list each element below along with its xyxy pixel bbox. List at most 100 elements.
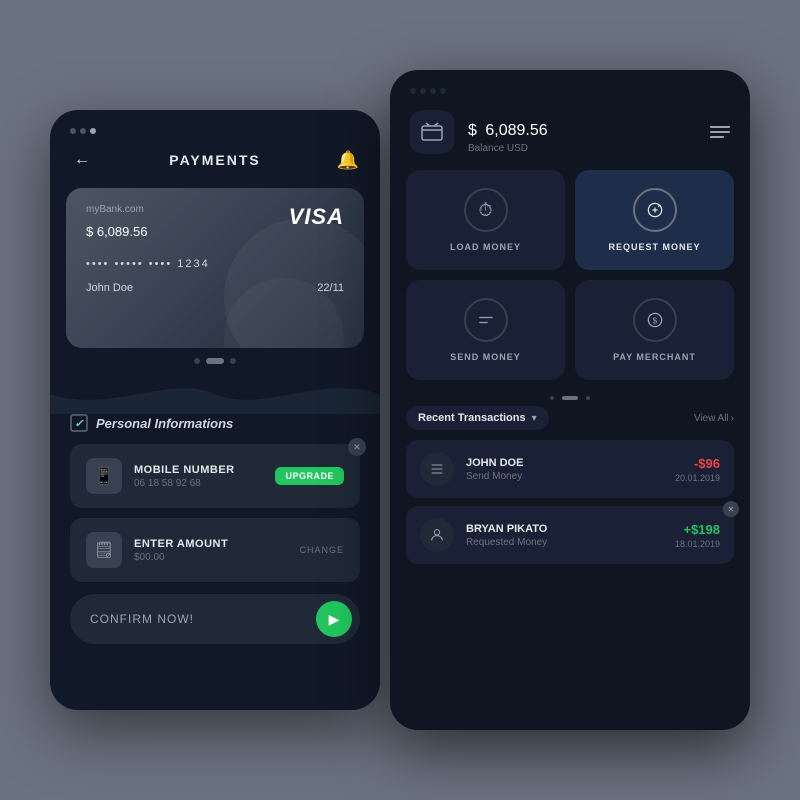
amount-card-sub: $00.00 — [134, 552, 287, 563]
wave-divider — [50, 374, 380, 414]
upgrade-button[interactable]: UPGRADE — [275, 467, 344, 485]
balance-amount: $ 6,089.56 — [468, 111, 552, 142]
card-indicator-1[interactable] — [194, 358, 200, 364]
card-holder-name: John Doe — [86, 282, 133, 294]
dot-1 — [70, 128, 76, 134]
mobile-card-sub: 06 18 58 92 68 — [134, 478, 263, 489]
john-name: JOHN DOE — [466, 457, 663, 469]
bryan-date: 18.01.2019 — [675, 539, 720, 549]
rdot-1 — [410, 88, 416, 94]
bryan-type: Requested Money — [466, 537, 663, 548]
john-info: JOHN DOE Send Money — [466, 457, 663, 482]
card-indicators — [50, 358, 380, 364]
checkbox-icon: ✓ — [70, 414, 88, 432]
payments-nav: ← PAYMENTS 🔔 — [50, 144, 380, 184]
send-money-icon — [464, 298, 508, 342]
svg-text:$: $ — [652, 315, 657, 325]
john-amount-block: -$96 20.01.2019 — [675, 456, 720, 483]
confirm-button-label: CONFIRM NOW! — [90, 612, 194, 626]
rdot-3 — [430, 88, 436, 94]
scene: ← PAYMENTS 🔔 myBank.com $ 6,089.56 •••• … — [50, 70, 750, 730]
bryan-avatar — [420, 518, 454, 552]
transactions-header: Recent Transactions ▾ View All › — [406, 406, 734, 430]
personal-section: ✓ Personal Informations 📱 MOBILE NUMBER … — [50, 414, 380, 582]
bryan-info: BRYAN PIKATO Requested Money — [466, 523, 663, 548]
card-expiry: 22/11 — [317, 282, 344, 294]
john-date: 20.01.2019 — [675, 473, 720, 483]
rdot-2 — [420, 88, 426, 94]
mobile-card-title: MOBILE NUMBER — [134, 464, 263, 476]
amount-icon: 🗒 — [86, 532, 122, 568]
view-all-link[interactable]: View All › — [694, 413, 734, 424]
section-title: ✓ Personal Informations — [70, 414, 360, 432]
load-money-label: LOAD MONEY — [450, 242, 521, 252]
confirm-arrow-icon: ▶ — [316, 601, 352, 637]
transactions-title: Recent Transactions — [418, 412, 526, 424]
card-number: •••• ••••• •••• 1234 — [86, 258, 344, 270]
john-avatar — [420, 452, 454, 486]
page-title: PAYMENTS — [169, 152, 260, 168]
pay-merchant-label: PAY MERCHANT — [613, 352, 696, 362]
left-top-bar — [50, 110, 380, 144]
send-money-button[interactable]: SEND MONEY — [406, 280, 565, 380]
wallet-icon — [410, 110, 454, 154]
close-mobile-card[interactable]: ✕ — [348, 438, 366, 456]
visa-logo: VISA — [289, 204, 344, 230]
dot-2 — [80, 128, 86, 134]
action-grid: ⏱ LOAD MONEY REQUEST MONEY — [390, 170, 750, 380]
div-dot-3 — [586, 396, 590, 400]
menu-bar-3 — [710, 136, 724, 138]
phone-right: $ 6,089.56 Balance USD ⏱ LOAD MONEY — [390, 70, 750, 730]
john-type: Send Money — [466, 471, 663, 482]
transactions-section: Recent Transactions ▾ View All › — [390, 406, 750, 564]
request-money-button[interactable]: REQUEST MONEY — [575, 170, 734, 270]
status-dots — [70, 128, 96, 134]
div-dot-1 — [550, 396, 554, 400]
transactions-dropdown[interactable]: Recent Transactions ▾ — [406, 406, 549, 430]
section-divider — [390, 390, 750, 406]
pay-merchant-button[interactable]: $ PAY MERCHANT — [575, 280, 734, 380]
card-indicator-3[interactable] — [230, 358, 236, 364]
send-money-label: SEND MONEY — [450, 352, 521, 362]
div-dot-active — [562, 396, 578, 400]
phone-left: ← PAYMENTS 🔔 myBank.com $ 6,089.56 •••• … — [50, 110, 380, 710]
pay-merchant-icon: $ — [633, 298, 677, 342]
dropdown-arrow-icon: ▾ — [532, 413, 537, 424]
back-button[interactable]: ← — [70, 148, 94, 172]
request-money-icon — [633, 188, 677, 232]
menu-bar-2 — [710, 131, 730, 133]
bryan-amount-block: +$198 18.01.2019 — [675, 522, 720, 549]
mobile-card-content: MOBILE NUMBER 06 18 58 92 68 — [134, 464, 263, 489]
request-money-label: REQUEST MONEY — [608, 242, 700, 252]
menu-bar-1 — [710, 126, 730, 128]
section-title-text: Personal Informations — [96, 416, 233, 431]
amount-card-content: ENTER AMOUNT $00.00 — [134, 538, 287, 563]
mobile-number-card[interactable]: 📱 MOBILE NUMBER 06 18 58 92 68 UPGRADE ✕ — [70, 444, 360, 508]
close-bryan-card[interactable]: ✕ — [723, 501, 739, 517]
notification-icon[interactable]: 🔔 — [336, 148, 360, 172]
balance-info: $ 6,089.56 Balance USD — [468, 111, 552, 154]
balance-label: Balance USD — [468, 143, 552, 154]
card-indicator-2[interactable] — [206, 358, 224, 364]
john-amount: -$96 — [675, 456, 720, 471]
right-top-bar — [390, 70, 750, 104]
card-container: myBank.com $ 6,089.56 •••• ••••• •••• 12… — [50, 188, 380, 348]
visa-card[interactable]: myBank.com $ 6,089.56 •••• ••••• •••• 12… — [66, 188, 364, 348]
mobile-icon: 📱 — [86, 458, 122, 494]
bryan-name: BRYAN PIKATO — [466, 523, 663, 535]
amount-card[interactable]: 🗒 ENTER AMOUNT $00.00 CHANGE — [70, 518, 360, 582]
load-money-icon: ⏱ — [464, 188, 508, 232]
change-button[interactable]: CHANGE — [299, 545, 344, 555]
confirm-button[interactable]: CONFIRM NOW! ▶ — [70, 594, 360, 644]
amount-card-title: ENTER AMOUNT — [134, 538, 287, 550]
transaction-item-john[interactable]: JOHN DOE Send Money -$96 20.01.2019 — [406, 440, 734, 498]
bryan-amount: +$198 — [675, 522, 720, 537]
right-status-dots — [410, 88, 446, 94]
balance-section: $ 6,089.56 Balance USD — [390, 104, 750, 170]
rdot-4 — [440, 88, 446, 94]
menu-icon[interactable] — [710, 126, 730, 138]
transaction-item-bryan[interactable]: BRYAN PIKATO Requested Money +$198 18.01… — [406, 506, 734, 564]
load-money-button[interactable]: ⏱ LOAD MONEY — [406, 170, 565, 270]
card-footer: John Doe 22/11 — [86, 282, 344, 294]
dot-3 — [90, 128, 96, 134]
